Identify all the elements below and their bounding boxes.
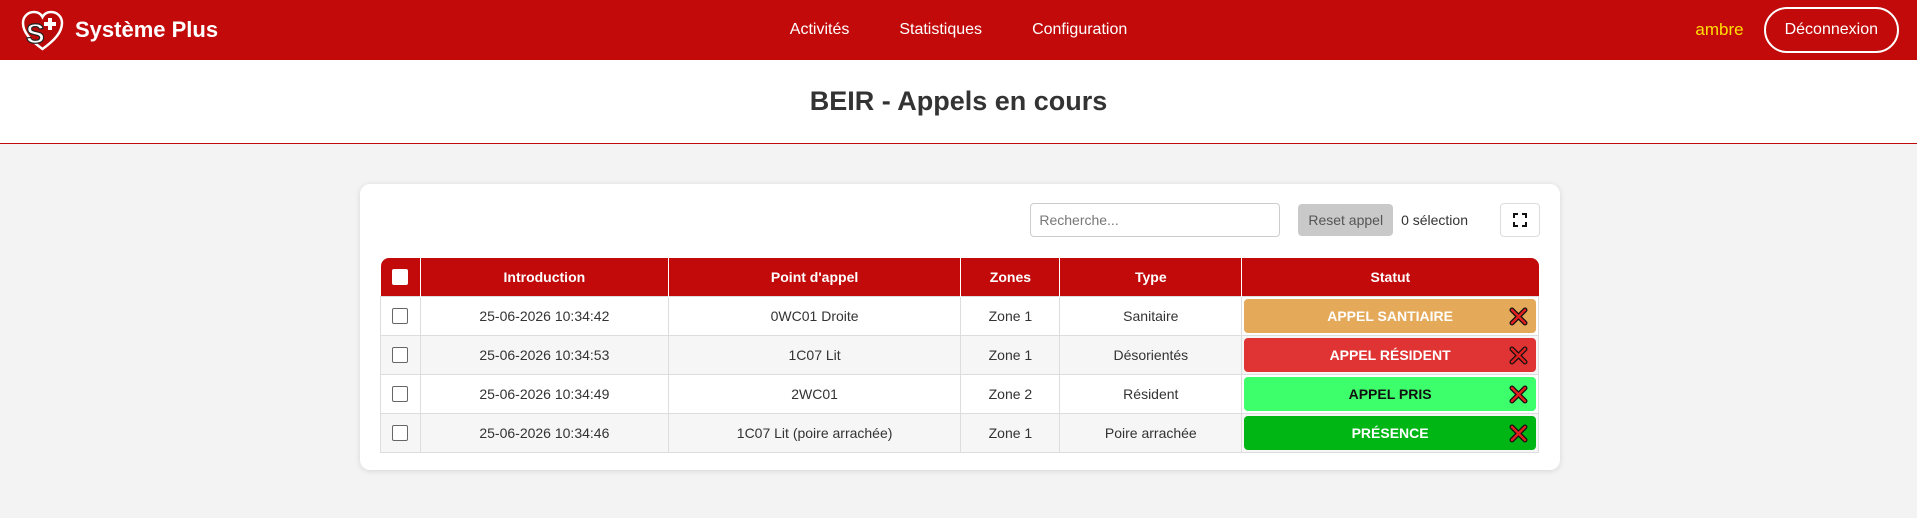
zone-cell: Zone 1 (960, 295, 1061, 336)
status-cell: APPEL PRIS (1241, 373, 1539, 414)
close-icon[interactable] (1509, 307, 1528, 326)
nav-item-statistiques[interactable]: Statistiques (899, 21, 982, 39)
column-header-zones[interactable]: Zones (960, 258, 1061, 296)
fullscreen-icon (1513, 213, 1527, 227)
reset-call-button[interactable]: Reset appel (1298, 204, 1394, 236)
select-all-cell (380, 258, 421, 296)
status-cell: APPEL SANTIAIRE (1241, 295, 1539, 336)
status-label: APPEL PRIS (1348, 385, 1432, 402)
introduction-cell: 25-06-2026 10:34:42 (419, 295, 669, 336)
table-toolbar: Reset appel 0 sélection (1030, 203, 1540, 237)
call-point-cell: 0WC01 Droite (667, 295, 962, 336)
close-icon[interactable] (1509, 424, 1528, 443)
type-cell: Résident (1059, 373, 1243, 414)
type-cell: Poire arrachée (1059, 412, 1243, 453)
table-header-row: Introduction Point d'appel Zones Type St… (380, 258, 1539, 296)
selection-count: 0 sélection (1401, 212, 1468, 228)
close-icon[interactable] (1509, 346, 1528, 365)
calls-table: Introduction Point d'appel Zones Type St… (380, 258, 1539, 453)
introduction-cell: 25-06-2026 10:34:49 (419, 373, 669, 414)
table-row[interactable]: 25-06-2026 10:34:49 2WC01 Zone 2 Résiden… (380, 373, 1539, 414)
call-point-cell: 2WC01 (667, 373, 962, 414)
introduction-cell: 25-06-2026 10:34:53 (419, 334, 669, 375)
nav-item-configuration[interactable]: Configuration (1032, 21, 1127, 39)
row-checkbox[interactable] (392, 386, 409, 403)
current-user: ambre (1695, 20, 1744, 39)
close-icon[interactable] (1509, 385, 1528, 404)
type-cell: Sanitaire (1059, 295, 1243, 336)
type-cell: Désorientés (1059, 334, 1243, 375)
brand[interactable]: S Système Plus (20, 8, 218, 53)
status-badge: PRÉSENCE (1244, 415, 1536, 450)
row-checkbox[interactable] (392, 425, 409, 442)
svg-text:S: S (26, 18, 45, 49)
top-navbar: S Système Plus Activités Statistiques Co… (0, 0, 1917, 60)
table-row[interactable]: 25-06-2026 10:34:53 1C07 Lit Zone 1 Déso… (380, 334, 1539, 375)
column-header-statut[interactable]: Statut (1241, 258, 1539, 296)
column-header-introduction[interactable]: Introduction (420, 258, 669, 296)
calls-card: Reset appel 0 sélection Introduction Poi… (360, 184, 1560, 470)
call-point-cell: 1C07 Lit (poire arrachée) (667, 412, 962, 453)
page-header: BEIR - Appels en cours (0, 60, 1917, 144)
row-checkbox[interactable] (392, 347, 409, 364)
app-logo: S (21, 10, 64, 51)
introduction-cell: 25-06-2026 10:34:46 (419, 412, 669, 453)
status-label: APPEL SANTIAIRE (1327, 307, 1453, 324)
column-header-type[interactable]: Type (1059, 258, 1243, 296)
column-header-point[interactable]: Point d'appel (668, 258, 962, 296)
zone-cell: Zone 1 (960, 334, 1061, 375)
call-point-cell: 1C07 Lit (667, 334, 962, 375)
nav-item-activites[interactable]: Activités (790, 21, 850, 39)
user-area: ambre Déconnexion (1695, 7, 1899, 53)
status-label: APPEL RÉSIDENT (1329, 346, 1451, 363)
status-cell: APPEL RÉSIDENT (1241, 334, 1539, 375)
status-badge: APPEL RÉSIDENT (1244, 337, 1536, 372)
search-input[interactable] (1030, 203, 1281, 237)
page-title: BEIR - Appels en cours (809, 86, 1108, 116)
logout-button[interactable]: Déconnexion (1763, 7, 1899, 53)
row-checkbox[interactable] (392, 308, 409, 325)
status-cell: PRÉSENCE (1241, 412, 1539, 453)
zone-cell: Zone 2 (960, 373, 1061, 414)
status-label: PRÉSENCE (1351, 424, 1429, 441)
select-all-checkbox[interactable] (392, 269, 409, 286)
app-name: Système Plus (75, 17, 219, 42)
table-row[interactable]: 25-06-2026 10:34:42 0WC01 Droite Zone 1 … (380, 295, 1539, 336)
status-badge: APPEL PRIS (1244, 376, 1536, 411)
status-badge: APPEL SANTIAIRE (1244, 298, 1536, 333)
fullscreen-button[interactable] (1500, 203, 1540, 237)
zone-cell: Zone 1 (960, 412, 1061, 453)
main-nav: Activités Statistiques Configuration (0, 0, 1917, 60)
table-row[interactable]: 25-06-2026 10:34:46 1C07 Lit (poire arra… (380, 412, 1539, 453)
